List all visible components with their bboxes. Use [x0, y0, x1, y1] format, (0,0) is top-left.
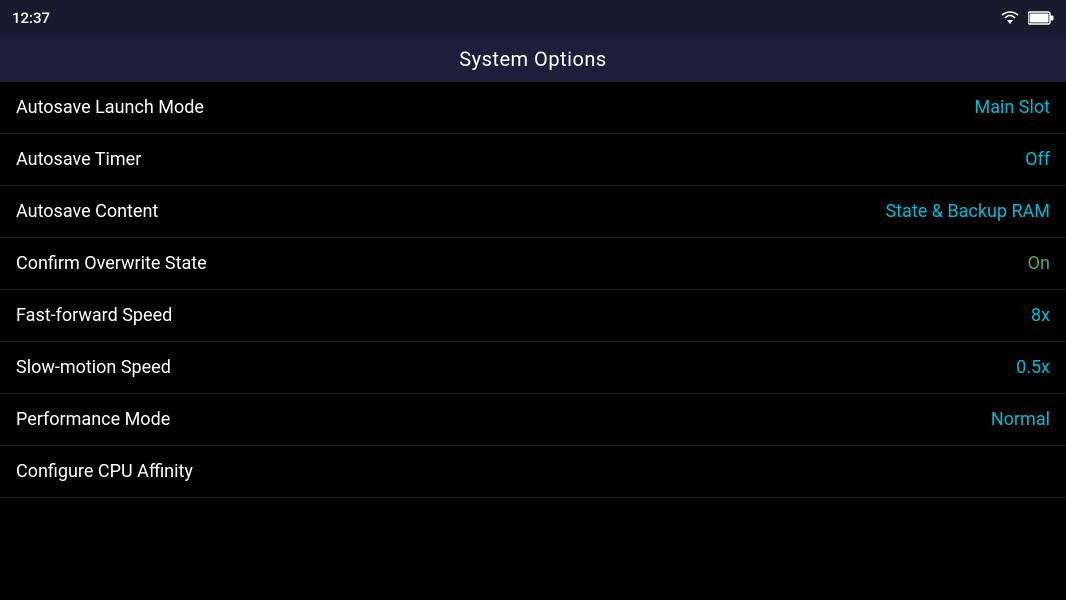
- settings-list: Autosave Launch Mode Main Slot Autosave Ti…: [0, 82, 1066, 498]
- setting-label-performance-mode: Performance Mode: [16, 409, 170, 430]
- battery-icon: [1028, 11, 1054, 25]
- setting-row-autosave-timer[interactable]: Autosave Timer Off: [0, 134, 1066, 186]
- setting-row-autosave-content[interactable]: Autosave Content State & Backup RAM: [0, 186, 1066, 238]
- setting-row-performance-mode[interactable]: Performance Mode Normal: [0, 394, 1066, 446]
- setting-label-fast-forward-speed: Fast-forward Speed: [16, 305, 172, 326]
- setting-label-confirm-overwrite-state: Confirm Overwrite State: [16, 253, 207, 274]
- setting-row-confirm-overwrite-state[interactable]: Confirm Overwrite State On: [0, 238, 1066, 290]
- setting-row-configure-cpu-affinity[interactable]: Configure CPU Affinity: [0, 446, 1066, 498]
- setting-label-autosave-timer: Autosave Timer: [16, 149, 141, 170]
- setting-value-autosave-timer: Off: [1025, 149, 1050, 170]
- setting-value-slow-motion-speed: 0.5x: [1016, 357, 1050, 378]
- status-bar: 12:37: [0, 0, 1066, 36]
- setting-row-slow-motion-speed[interactable]: Slow-motion Speed 0.5x: [0, 342, 1066, 394]
- setting-value-performance-mode: Normal: [991, 409, 1050, 430]
- setting-value-autosave-launch-mode: Main Slot: [974, 97, 1050, 118]
- setting-value-fast-forward-speed: 8x: [1031, 305, 1050, 326]
- page-title: System Options: [459, 47, 606, 71]
- setting-label-slow-motion-speed: Slow-motion Speed: [16, 357, 171, 378]
- setting-label-autosave-content: Autosave Content: [16, 201, 158, 222]
- status-time: 12:37: [12, 9, 50, 27]
- title-bar: System Options: [0, 36, 1066, 82]
- wifi-icon: [1000, 10, 1020, 26]
- setting-row-fast-forward-speed[interactable]: Fast-forward Speed 8x: [0, 290, 1066, 342]
- setting-label-autosave-launch-mode: Autosave Launch Mode: [16, 97, 204, 118]
- setting-value-autosave-content: State & Backup RAM: [885, 201, 1050, 222]
- status-icons: [1000, 10, 1054, 26]
- setting-value-confirm-overwrite-state: On: [1028, 253, 1050, 274]
- setting-row-autosave-launch-mode[interactable]: Autosave Launch Mode Main Slot: [0, 82, 1066, 134]
- setting-label-configure-cpu-affinity: Configure CPU Affinity: [16, 461, 193, 482]
